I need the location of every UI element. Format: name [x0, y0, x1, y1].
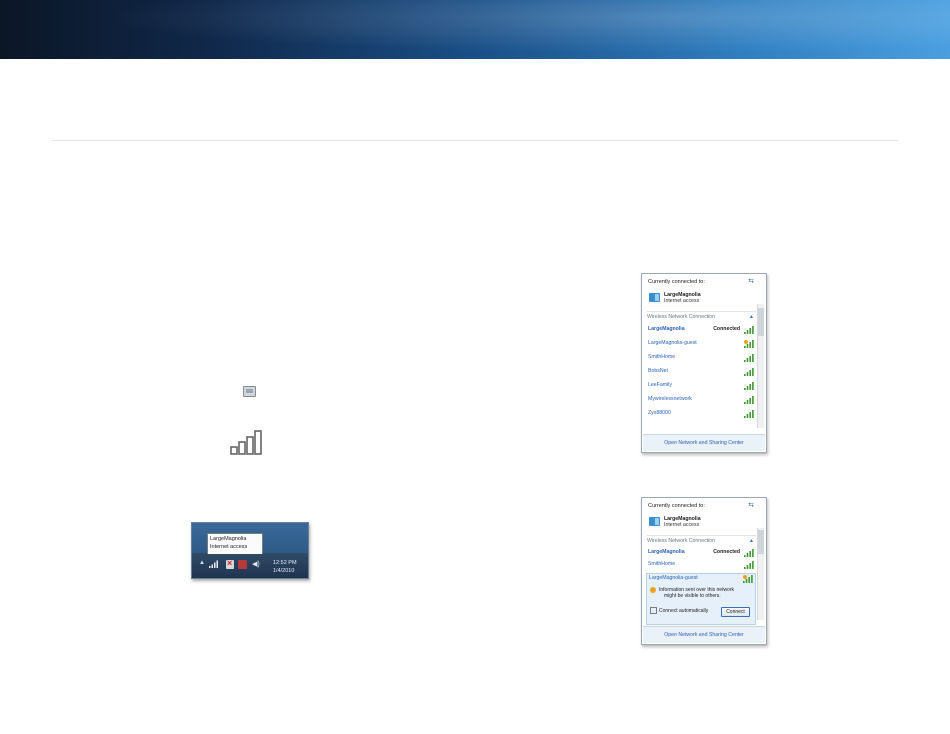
wireless-networks-panel: Currently connected to: ⇆ LargeMagnolia …	[641, 273, 767, 453]
warning-icon	[650, 587, 656, 593]
network-row[interactable]: LargeMagnolia Connected	[648, 326, 754, 335]
section-label: Wireless Network Connection	[647, 314, 716, 320]
signal-icon	[744, 368, 754, 376]
signal-warning-icon	[744, 340, 754, 348]
security-warning: Information sent over this network might…	[650, 587, 734, 599]
volume-icon[interactable]: ◀)	[252, 560, 260, 568]
show-hidden-icons-icon[interactable]: ▲	[199, 560, 205, 566]
network-name: Zyx88000	[648, 410, 671, 416]
connected-network-status: Internet access	[664, 522, 700, 528]
network-icon	[649, 293, 660, 302]
network-row[interactable]: SmithHome	[648, 354, 754, 363]
refresh-icon[interactable]: ⇆	[748, 277, 754, 285]
clock-time: 12:52 PM	[273, 560, 297, 566]
network-row[interactable]: Zyx88000	[648, 410, 754, 419]
divider-rule	[52, 140, 898, 141]
signal-icon	[744, 326, 754, 334]
wireless-networks-panel-connect: Currently connected to: ⇆ LargeMagnolia …	[641, 497, 767, 645]
network-icon	[649, 517, 660, 526]
section-header[interactable]: Wireless Network Connection ▲	[647, 311, 756, 320]
connected-network-status: Internet access	[664, 298, 700, 304]
signal-strength-icon	[230, 428, 268, 455]
network-name: LargeMagnolia	[648, 549, 685, 555]
section-header[interactable]: Wireless Network Connection ▲	[647, 535, 756, 544]
signal-warning-icon	[743, 575, 753, 583]
checkbox-box[interactable]	[650, 607, 657, 614]
signal-icon	[744, 410, 754, 418]
scrollbar[interactable]	[757, 304, 764, 428]
network-name: SmithHome	[648, 561, 676, 567]
checkbox-label: Connect automatically	[659, 607, 709, 614]
taskbar-tray-screenshot: LargeMagnolia Internet access ▲ ◀) 12:52…	[191, 522, 309, 579]
connected-header: Currently connected to:	[648, 503, 705, 509]
selected-network-row[interactable]: LargeMagnolia-guest	[649, 575, 753, 584]
signal-icon	[744, 354, 754, 362]
network-sharing-center-link[interactable]: Open Network and Sharing Center	[643, 434, 765, 451]
power-icon[interactable]	[238, 560, 247, 569]
network-name: BobsNet	[648, 368, 668, 374]
network-name: SmithHome	[648, 354, 676, 360]
section-label: Wireless Network Connection	[647, 538, 716, 544]
clock[interactable]: 12:52 PM 1/4/2010	[273, 559, 297, 575]
scrollbar-thumb[interactable]	[758, 308, 764, 336]
system-tray: ▲ ◀) 12:52 PM 1/4/2010	[192, 554, 308, 578]
warning-line-2: might be visible to others.	[664, 593, 721, 599]
network-name: LeeFamily	[648, 382, 672, 388]
network-row[interactable]: SmithHome	[648, 561, 754, 570]
tooltip-network-status: Internet access	[210, 544, 248, 550]
action-center-icon[interactable]	[226, 558, 234, 569]
network-tray-icon	[243, 386, 256, 397]
header-banner	[0, 0, 950, 59]
network-name: LargeMagnolia-guest	[649, 575, 698, 581]
network-status: Connected	[713, 326, 740, 332]
network-sharing-center-link[interactable]: Open Network and Sharing Center	[643, 626, 765, 643]
scrollbar-thumb[interactable]	[758, 530, 764, 554]
refresh-icon[interactable]: ⇆	[748, 501, 754, 509]
network-name: LargeMagnolia-guest	[648, 340, 697, 346]
collapse-icon[interactable]: ▲	[749, 314, 754, 320]
network-row[interactable]: LargeMagnolia Connected	[648, 549, 754, 558]
signal-icon	[744, 382, 754, 390]
signal-icon	[744, 549, 754, 557]
wireless-signal-icon[interactable]	[209, 560, 218, 568]
network-status: Connected	[713, 549, 740, 555]
connect-automatically-checkbox[interactable]: Connect automatically	[650, 607, 708, 614]
connected-header: Currently connected to:	[648, 279, 705, 285]
network-row[interactable]: LeeFamily	[648, 382, 754, 391]
network-row[interactable]: BobsNet	[648, 368, 754, 377]
tooltip-network-name: LargeMagnolia	[210, 536, 247, 542]
collapse-icon[interactable]: ▲	[749, 538, 754, 544]
signal-icon	[744, 561, 754, 569]
connect-button[interactable]: Connect	[721, 607, 750, 617]
network-name: LargeMagnolia	[648, 326, 685, 332]
network-row[interactable]: LargeMagnolia-guest	[648, 340, 754, 349]
scrollbar[interactable]	[757, 528, 764, 620]
selected-network-expanded[interactable]: LargeMagnolia-guest Information sent ove…	[646, 573, 756, 625]
network-row[interactable]: Mywirelessnetwork	[648, 396, 754, 405]
clock-date: 1/4/2010	[273, 568, 295, 574]
network-name: Mywirelessnetwork	[648, 396, 692, 402]
signal-icon	[744, 396, 754, 404]
